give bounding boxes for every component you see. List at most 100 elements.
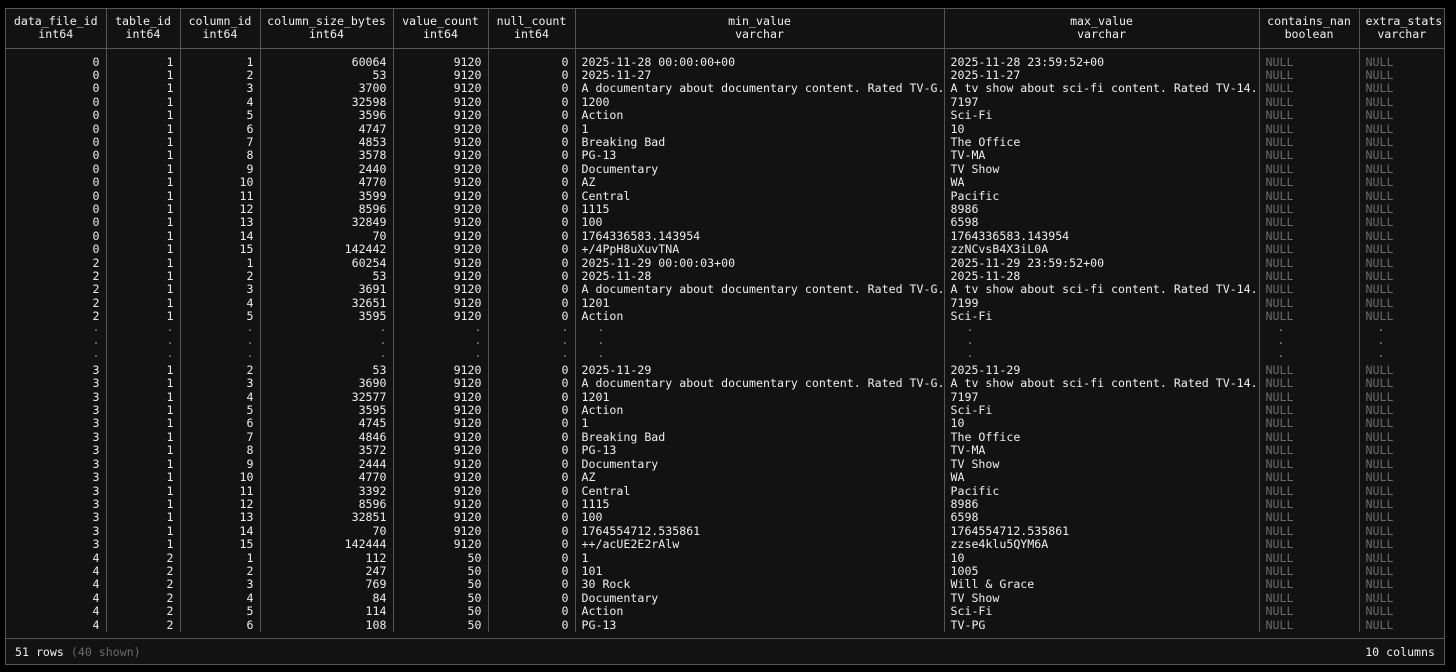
cell-data-file-id: 3 [92, 390, 100, 404]
cell-min-value: Action [574, 404, 944, 418]
table-row[interactable]: 2 1 4 32651 9120 0 1201 7199 NULL NULL [6, 296, 1444, 311]
cell-value-count: 9120 [392, 68, 488, 83]
cell-table-id: 1 [105, 82, 180, 96]
table-row[interactable]: 0 1 15 142442 9120 0 +/4PpH8uXuvTNA zzNCvsB4X3i… [6, 243, 1444, 257]
cell-null-count: 0 [487, 471, 575, 485]
table-row[interactable]: 0 1 5 3596 9120 0 Action Sci-Fi NULL NULL [6, 109, 1444, 123]
cell-max-value: TV Show [943, 162, 1259, 177]
cell-contains-nan: NULL [1258, 511, 1359, 525]
table-row[interactable]: 3 1 13 32851 9120 0 100 6598 NULL NULL [6, 511, 1444, 525]
cell-value-count: 9120 [392, 270, 488, 284]
spacer-cell [259, 48, 393, 56]
cell-data-file-id: 4 [92, 618, 100, 632]
cell-max-value: TV-PG [943, 618, 1259, 632]
cell-contains-nan: NULL [1258, 256, 1359, 270]
ellipsis-dot: · [105, 350, 180, 364]
cell-data-file-id: 2 [92, 296, 100, 310]
cell-column-id: 1 [179, 256, 260, 270]
cell-value-count: 9120 [392, 497, 488, 512]
table-row[interactable]: 4 2 2 247 50 0 101 1005 NULL NULL [6, 564, 1444, 579]
table-row[interactable]: 4 2 1 112 50 0 1 10 NULL NULL [6, 551, 1444, 565]
cell-column-id: 14 [179, 229, 260, 244]
cell-table-id: 2 [105, 605, 180, 619]
table-row[interactable]: 3 1 4 32577 9120 0 1201 7197 NULL NULL [6, 390, 1444, 405]
cell-extra-stats: NULL [1358, 524, 1444, 539]
table-row[interactable]: 0 1 4 32598 9120 0 1200 7197 NULL NULL [6, 95, 1444, 110]
cell-data-file-id: 3 [92, 471, 100, 485]
ellipsis-dot: · [487, 350, 575, 364]
cell-value-count: 9120 [392, 390, 488, 405]
table-row[interactable]: 0 1 10 4770 9120 0 AZ WA NULL NULL [6, 176, 1444, 190]
cell-data-file-id: 0 [92, 149, 100, 163]
cell-table-id: 1 [105, 216, 180, 230]
table-row[interactable]: 0 1 7 4853 9120 0 Breaking Bad The Office NULL NU… [6, 135, 1444, 150]
cell-extra-stats: NULL [1358, 243, 1444, 257]
cell-table-id: 1 [105, 377, 180, 391]
cell-table-id: 1 [105, 417, 180, 431]
cell-column-id: 3 [179, 283, 260, 297]
cell-data-file-id: 2 [92, 283, 100, 297]
column-header-data-file-id: data_file_id int64 [6, 9, 106, 49]
table-row[interactable]: 2 1 1 60254 9120 0 2025-11-29 00:00:03+00 2025-… [6, 256, 1444, 270]
spacer-cell [392, 48, 488, 56]
table-row[interactable]: 4 2 3 769 50 0 30 Rock Will & Grace NULL NULL [6, 578, 1444, 592]
cell-contains-nan: NULL [1258, 202, 1359, 217]
table-row[interactable]: 0 1 3 3700 9120 0 A documentary about document… [6, 82, 1444, 96]
table-row[interactable]: 4 2 6 108 50 0 PG-13 TV-PG NULL NULL [6, 618, 1444, 632]
table-row[interactable]: 3 1 9 2444 9120 0 Documentary TV Show NULL NULL [6, 457, 1444, 472]
cell-column-id: 2 [179, 68, 260, 83]
cell-min-value: 1115 [574, 202, 944, 217]
table-row[interactable]: 3 1 6 4745 9120 0 1 10 NULL NULL [6, 417, 1444, 431]
cell-value-count: 9120 [392, 404, 488, 418]
table-row[interactable]: 3 1 12 8596 9120 0 1115 8986 NULL NULL [6, 497, 1444, 512]
table-row[interactable]: 0 1 13 32849 9120 0 100 6598 NULL NULL [6, 216, 1444, 230]
table-row[interactable]: 2 1 2 53 9120 0 2025-11-28 2025-11-28 NULL NULL [6, 270, 1444, 284]
cell-max-value: 10 [943, 122, 1259, 136]
table-row[interactable]: 0 1 11 3599 9120 0 Central Pacific NULL NULL [6, 189, 1444, 203]
table-row[interactable]: 3 1 2 53 9120 0 2025-11-29 2025-11-29 NULL NULL [6, 363, 1444, 378]
table-row[interactable]: 0 1 8 3578 9120 0 PG-13 TV-MA NULL NULL [6, 149, 1444, 163]
cell-column-id: 13 [179, 216, 260, 230]
cell-null-count: 0 [487, 109, 575, 123]
cell-data-file-id: 0 [92, 109, 100, 123]
table-row[interactable]: 0 1 6 4747 9120 0 1 10 NULL NULL [6, 122, 1444, 136]
cell-value-count: 9120 [392, 229, 488, 244]
table-row[interactable]: 3 1 11 3392 9120 0 Central Pacific NULL NULL [6, 484, 1444, 498]
spacer-cell [574, 48, 944, 56]
cell-column-id: 6 [179, 618, 260, 632]
cell-contains-nan: NULL [1258, 229, 1359, 244]
table-row[interactable]: 0 1 14 70 9120 0 1764336583.143954 1764336583.1… [6, 229, 1444, 244]
table-row[interactable]: 3 1 8 3572 9120 0 PG-13 TV-MA NULL NULL [6, 444, 1444, 458]
cell-contains-nan: NULL [1258, 109, 1359, 123]
column-name: table_id [115, 14, 171, 28]
table-row[interactable]: 3 1 14 70 9120 0 1764554712.535861 1764554712.5… [6, 524, 1444, 539]
table-row[interactable]: 2 1 3 3691 9120 0 A documentary about document… [6, 283, 1444, 297]
table-row[interactable]: 0 1 1 60064 9120 0 2025-11-28 00:00:00+00 2025-… [6, 55, 1444, 69]
cell-column-id: 6 [179, 417, 260, 431]
cell-extra-stats: NULL [1358, 618, 1444, 632]
cell-max-value: 8986 [943, 202, 1259, 217]
cell-value-count: 50 [392, 618, 488, 632]
table-row[interactable]: 3 1 3 3690 9120 0 A documentary about document… [6, 377, 1444, 391]
cell-column-size-bytes: 2440 [259, 162, 393, 177]
table-row[interactable]: 0 1 9 2440 9120 0 Documentary TV Show NULL NULL [6, 162, 1444, 177]
table-row[interactable]: 3 1 15 142444 9120 0 ++/acUE2E2rAlw zzse4klu5QY… [6, 538, 1444, 552]
column-type: boolean [1284, 27, 1334, 42]
table-row[interactable]: 3 1 7 4846 9120 0 Breaking Bad The Office NULL NU… [6, 430, 1444, 445]
table-row[interactable]: 4 2 5 114 50 0 Action Sci-Fi NULL NULL [6, 605, 1444, 619]
table-row[interactable]: 3 1 5 3595 9120 0 Action Sci-Fi NULL NULL [6, 404, 1444, 418]
cell-min-value: 1 [574, 551, 944, 565]
cell-value-count: 9120 [392, 377, 488, 391]
table-row[interactable]: 2 1 5 3595 9120 0 Action Sci-Fi NULL NULL [6, 310, 1444, 324]
cell-extra-stats: NULL [1358, 109, 1444, 123]
cell-column-id: 2 [179, 270, 260, 284]
cell-null-count: 0 [487, 82, 575, 96]
cell-min-value: 1200 [574, 95, 944, 110]
table-row[interactable]: 3 1 10 4770 9120 0 AZ WA NULL NULL [6, 471, 1444, 485]
cell-contains-nan: NULL [1258, 390, 1359, 405]
table-row[interactable]: 0 1 2 53 9120 0 2025-11-27 2025-11-27 NULL NULL [6, 68, 1444, 83]
cell-value-count: 50 [392, 591, 488, 606]
table-row[interactable]: 4 2 4 84 50 0 Documentary TV Show NULL NULL [6, 591, 1444, 606]
table-row[interactable]: 0 1 12 8596 9120 0 1115 8986 NULL NULL [6, 202, 1444, 217]
cell-extra-stats: NULL [1358, 390, 1444, 405]
